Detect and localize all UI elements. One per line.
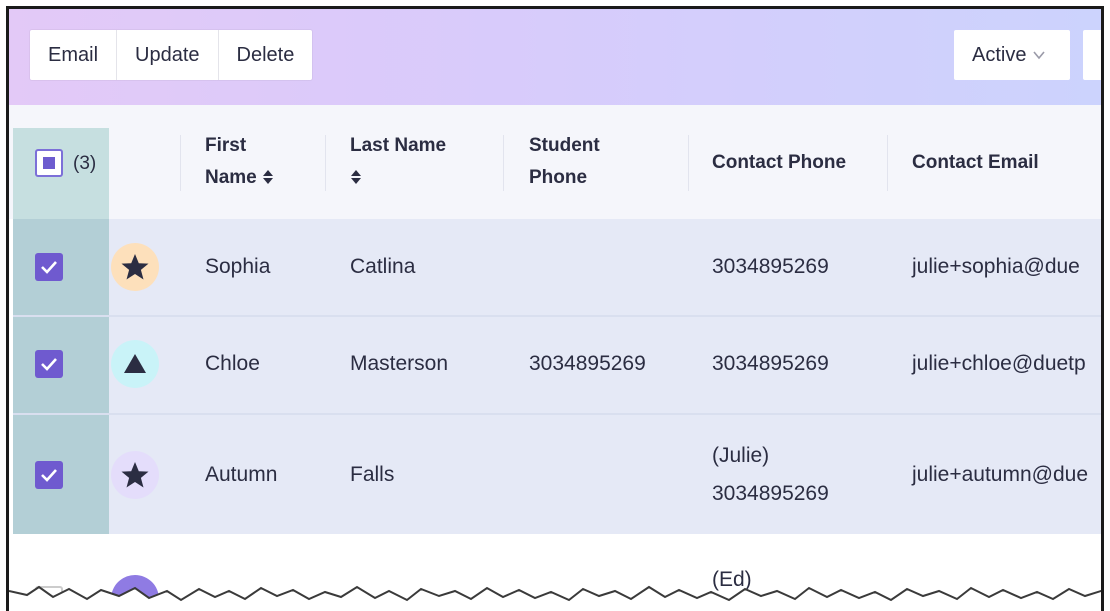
contact-phone-cell-line1: (Julie) bbox=[712, 444, 770, 467]
last-name-cell: Catlina bbox=[350, 255, 416, 278]
delete-button[interactable]: Delete bbox=[219, 30, 313, 80]
search-input[interactable] bbox=[1083, 30, 1101, 80]
star-icon bbox=[121, 254, 149, 280]
avatar bbox=[111, 451, 159, 499]
column-header-student-phone-line1: Student bbox=[529, 135, 600, 156]
contact-email-cell: julie+sophia@due bbox=[912, 255, 1080, 278]
select-all-checkbox[interactable] bbox=[35, 149, 63, 177]
column-header-contact-phone[interactable]: Contact Phone bbox=[712, 147, 846, 179]
column-divider bbox=[503, 135, 504, 191]
column-header-student-phone[interactable]: Student Phone bbox=[529, 130, 600, 194]
column-header-first-name-line1: First bbox=[205, 135, 247, 156]
torn-edge bbox=[9, 585, 1101, 611]
column-header-first-name[interactable]: First Name bbox=[205, 130, 274, 194]
avatar bbox=[111, 340, 159, 388]
sort-icon bbox=[263, 170, 274, 184]
contact-phone-cell-line2: 3034895269 bbox=[712, 482, 829, 505]
selected-count: (3) bbox=[73, 153, 97, 174]
last-name-cell: Falls bbox=[350, 463, 395, 486]
column-divider bbox=[887, 135, 888, 191]
contact-phone-cell: 3034895269 bbox=[712, 255, 829, 278]
email-button[interactable]: Email bbox=[30, 30, 118, 80]
row-checkbox[interactable] bbox=[35, 461, 63, 489]
row-checkbox[interactable] bbox=[35, 253, 63, 281]
first-name-cell: Autumn bbox=[205, 463, 278, 486]
contact-email-cell: julie+chloe@duetp bbox=[912, 352, 1086, 375]
column-header-first-name-line2: Name bbox=[205, 167, 257, 188]
screenshot-frame: Email Update Delete Active (3) First Nam… bbox=[6, 6, 1104, 611]
column-divider bbox=[325, 135, 326, 191]
column-divider bbox=[688, 135, 689, 191]
update-button[interactable]: Update bbox=[117, 30, 219, 80]
column-divider bbox=[180, 135, 181, 191]
star-icon bbox=[121, 462, 149, 488]
first-name-cell: Chloe bbox=[205, 352, 260, 375]
contact-phone-cell: 3034895269 bbox=[712, 352, 829, 375]
column-header-last-name[interactable]: Last Name bbox=[350, 130, 446, 194]
status-filter-dropdown[interactable]: Active bbox=[954, 30, 1070, 80]
toolbar: Email Update Delete Active bbox=[9, 9, 1101, 105]
student-phone-cell: 3034895269 bbox=[529, 352, 646, 375]
avatar bbox=[111, 243, 159, 291]
triangle-icon bbox=[124, 354, 146, 373]
column-header-contact-email[interactable]: Contact Email bbox=[912, 147, 1039, 179]
sort-icon bbox=[351, 170, 361, 184]
contact-email-cell: julie+autumn@due bbox=[912, 463, 1089, 486]
column-header-student-phone-line2: Phone bbox=[529, 167, 588, 188]
column-header-last-name-line1: Last Name bbox=[350, 135, 447, 156]
bulk-action-group: Email Update Delete bbox=[30, 30, 313, 80]
last-name-cell: Masterson bbox=[350, 352, 449, 375]
chevron-down-icon bbox=[1033, 51, 1046, 60]
status-filter-value: Active bbox=[972, 43, 1027, 66]
first-name-cell: Sophia bbox=[205, 255, 271, 278]
row-checkbox[interactable] bbox=[35, 350, 63, 378]
